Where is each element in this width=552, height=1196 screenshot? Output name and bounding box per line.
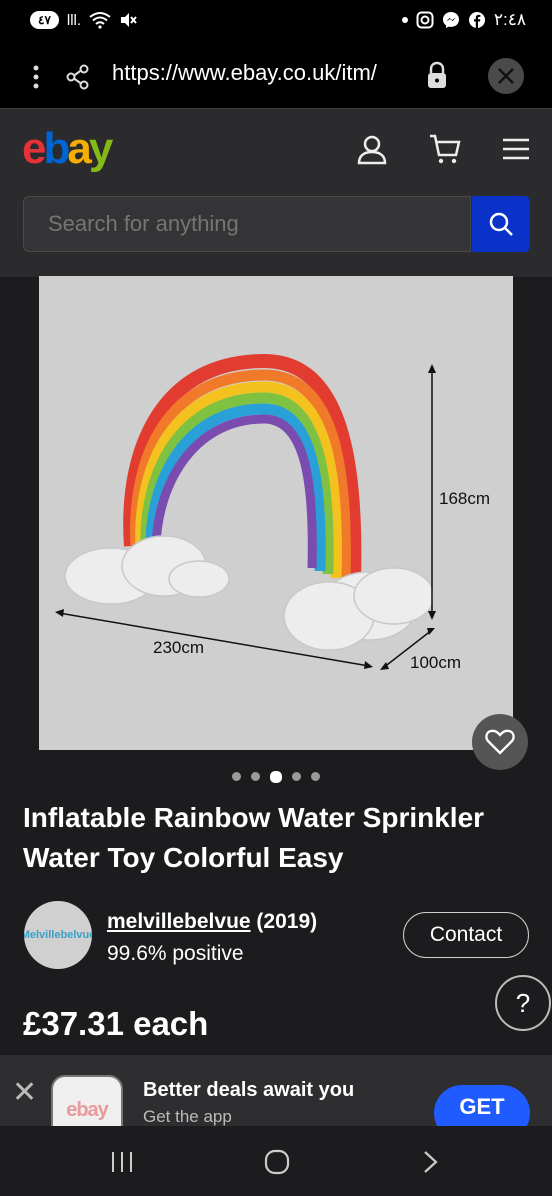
seller-name-link[interactable]: melvillebelvue [107,910,251,933]
watchlist-button[interactable] [472,714,528,770]
get-app-button[interactable]: GET [434,1085,530,1126]
seller-positive-rating: 99.6% positive [107,942,244,965]
url-text[interactable]: https://www.ebay.co.uk/itm/ [112,60,412,86]
search-input[interactable] [24,197,468,251]
browser-url-bar: https://www.ebay.co.uk/itm/ [0,44,552,108]
close-tab-button[interactable] [488,58,524,94]
notification-badge: ٤٧ [30,11,59,29]
banner-headline: Better deals await you [143,1079,355,1101]
carousel-dot[interactable] [311,772,320,781]
carousel-dot[interactable] [232,772,241,781]
product-title: Inflatable Rainbow Water Sprinkler Water… [23,802,485,873]
carousel-dot[interactable] [251,772,260,781]
notification-dot-icon [401,17,408,23]
banner-subline: Get the app [143,1107,232,1126]
close-banner-icon[interactable]: ✕ [12,1075,37,1110]
image-carousel-dots [0,771,552,783]
rainbow-sprinkler-illustration: 168cm 230cm 100cm [55,353,490,672]
carousel-dot[interactable] [292,772,301,781]
search-field[interactable] [23,196,471,252]
home-icon[interactable] [264,1149,290,1175]
messenger-icon [442,12,459,28]
help-button[interactable]: ? [495,975,551,1031]
lock-icon [428,61,446,88]
contact-seller-button[interactable]: Contact [403,912,529,958]
search-button[interactable] [472,196,530,252]
status-left: ٤٧ lll. [30,11,137,29]
wifi-icon [89,12,111,29]
close-icon [498,68,514,84]
seller-avatar[interactable]: Melvillebelvue [24,901,92,969]
carousel-dot-active[interactable] [270,771,282,783]
status-bar: ٤٧ lll. ٢:٤٨ [0,0,552,44]
status-right: ٢:٤٨ [401,10,526,30]
depth-label: 100cm [410,653,461,672]
system-nav-bar [0,1126,552,1196]
clock: ٢:٤٨ [493,10,526,29]
facebook-icon [468,12,485,28]
menu-icon[interactable] [502,137,530,161]
app-icon-text: ebay [66,1099,109,1121]
height-label: 168cm [439,489,490,508]
recents-icon[interactable] [110,1150,134,1174]
product-image[interactable]: 168cm 230cm 100cm [39,276,513,750]
instagram-icon [416,11,434,29]
back-icon[interactable] [422,1150,440,1174]
app-promo-banner: ✕ ebay Better deals await you Get the ap… [0,1055,552,1126]
seller-info: melvillebelvue (2019) 99.6% positive [107,910,317,966]
search-icon [489,212,513,236]
ebay-app-icon[interactable]: ebay [51,1075,123,1126]
width-label: 230cm [153,638,204,657]
seller-feedback-count: (2019) [250,910,318,933]
seller-avatar-text: Melvillebelvue [24,929,92,941]
ebay-logo[interactable]: ebay [22,124,113,174]
account-icon[interactable] [356,133,388,165]
cart-icon[interactable] [428,133,462,165]
share-icon[interactable] [66,64,90,90]
more-vert-icon[interactable] [30,64,42,90]
product-price: £37.31 each [23,1005,209,1042]
mute-icon [121,13,137,27]
signal-icon: lll. [66,11,82,29]
heart-icon [485,729,515,755]
